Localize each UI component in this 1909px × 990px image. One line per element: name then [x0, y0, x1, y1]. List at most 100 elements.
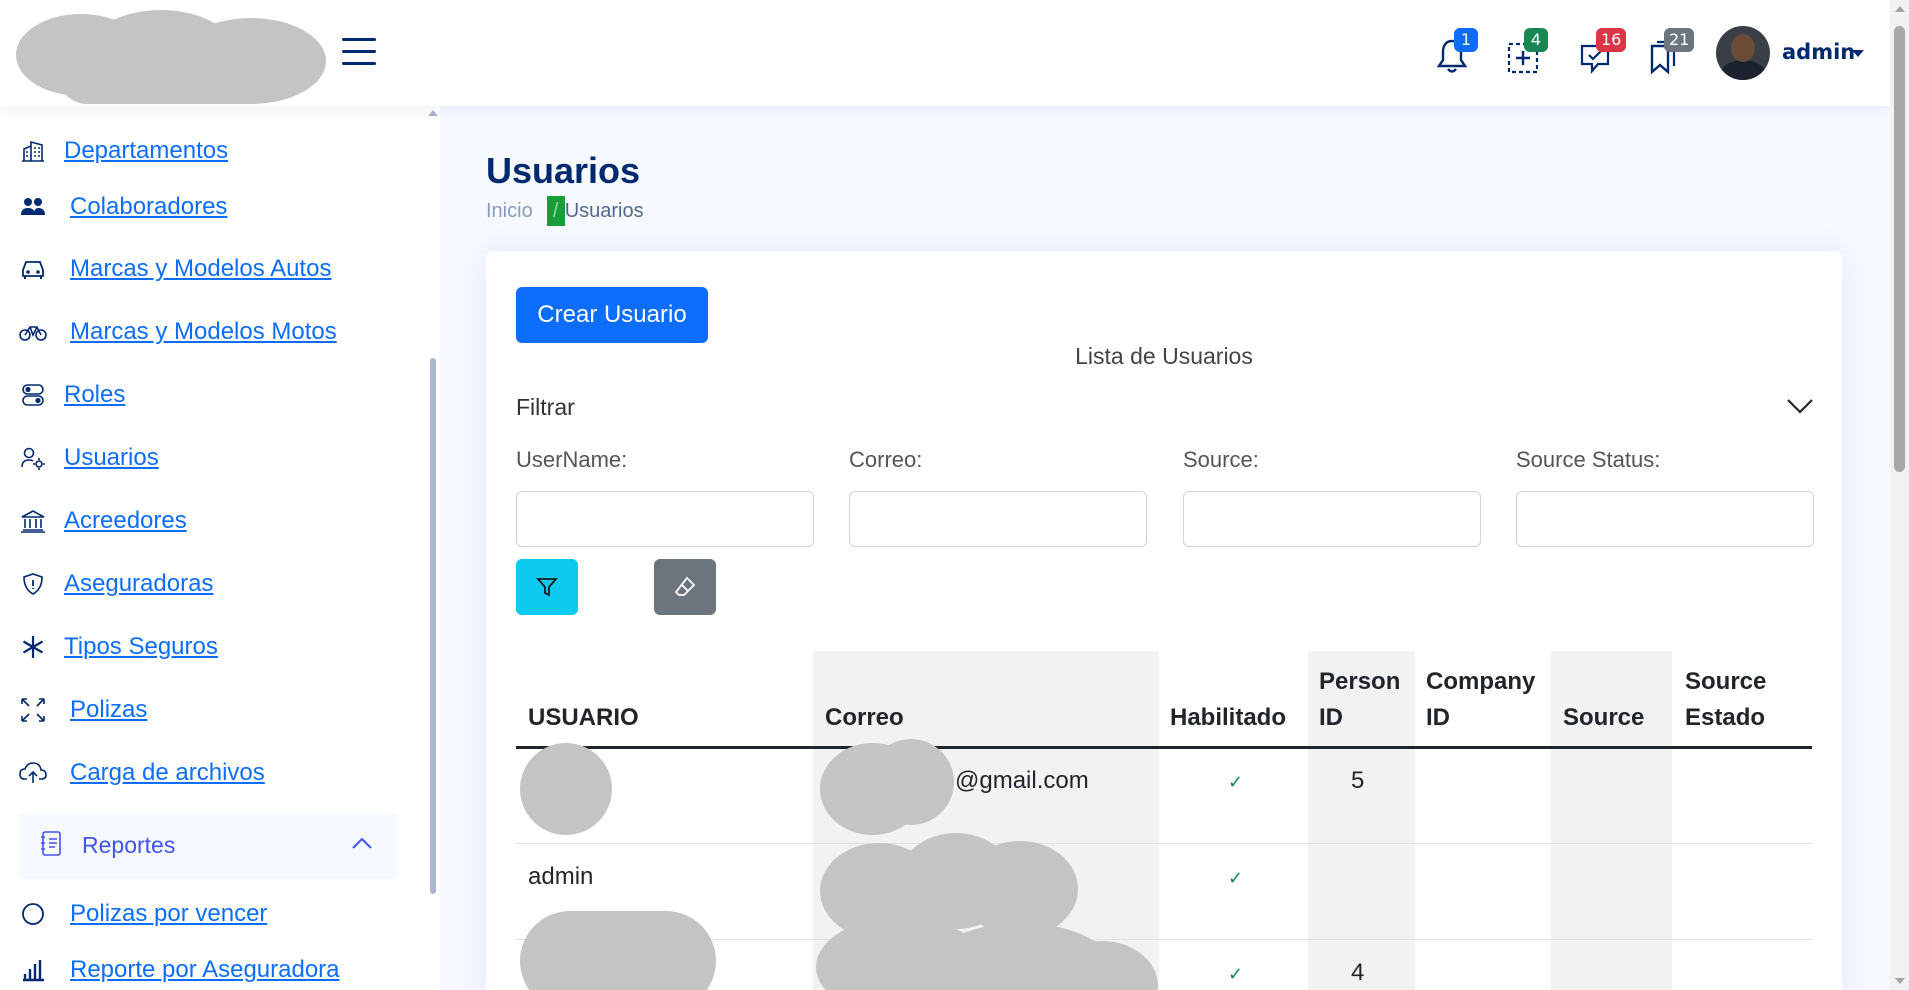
new-items-button[interactable]: 4 — [1502, 28, 1548, 76]
chevron-down-icon[interactable] — [1786, 397, 1814, 419]
messages-count-badge: 16 — [1596, 28, 1627, 52]
sidebar-item-reporte-aseguradora[interactable]: Reporte por Aseguradora — [18, 950, 340, 990]
sidebar-item-tipos-seguros[interactable]: Tipos Seguros — [18, 627, 218, 667]
page-title: Usuarios — [486, 150, 641, 191]
sidebar-item-label[interactable]: Tipos Seguros — [64, 633, 218, 661]
cloud-upload-icon — [18, 758, 48, 788]
sidebar-item-label: Reportes — [82, 832, 176, 858]
sidebar-item-acreedores[interactable]: Acreedores — [18, 501, 187, 541]
correo-filter-label: Correo: — [849, 447, 923, 472]
sidebar-item-departamentos[interactable]: Departamentos — [18, 131, 228, 171]
bicycle-icon — [18, 317, 48, 347]
new-items-count-badge: 4 — [1524, 28, 1548, 52]
circle-icon — [18, 899, 48, 929]
logo[interactable] — [16, 10, 326, 105]
sidebar-item-reportes[interactable]: Reportes — [20, 813, 396, 879]
list-title: Lista de Usuarios — [1075, 343, 1253, 369]
filter-toggle-label[interactable]: Filtrar — [516, 394, 575, 421]
table-cell-correo: @gmail.com — [955, 767, 1089, 794]
hamburger-menu-icon[interactable] — [342, 36, 376, 68]
check-icon: ✓ — [1228, 868, 1244, 889]
breadcrumb-current: Usuarios — [564, 199, 644, 222]
check-icon: ✓ — [1228, 772, 1244, 793]
asterisk-icon — [18, 632, 48, 662]
eraser-icon — [674, 576, 696, 596]
row-divider — [516, 843, 1812, 844]
column-header-source-estado-line2[interactable]: Estado — [1685, 700, 1765, 736]
user-menu-label[interactable]: admin — [1782, 40, 1855, 64]
messages-button[interactable]: 16 — [1574, 28, 1627, 76]
sidebar-item-label[interactable]: Roles — [64, 381, 125, 409]
people-icon — [18, 192, 48, 222]
sidebar-item-label[interactable]: Carga de archivos — [70, 759, 265, 787]
column-header-habilitado[interactable]: Habilitado — [1170, 700, 1286, 736]
window-scrollbar[interactable] — [1890, 0, 1909, 990]
correo-filter-input[interactable] — [849, 491, 1147, 547]
column-header-source[interactable]: Source — [1563, 700, 1644, 736]
sidebar-item-label[interactable]: Marcas y Modelos Autos — [70, 255, 331, 283]
building-icon — [18, 136, 48, 166]
apply-filter-button[interactable] — [516, 559, 578, 615]
breadcrumb-separator: / — [546, 196, 565, 226]
sidebar-item-label[interactable]: Reporte por Aseguradora — [70, 956, 340, 984]
sidebar-scrollbar[interactable] — [428, 106, 438, 990]
table-cell-usuario: admin — [528, 863, 594, 890]
sidebar-item-roles[interactable]: Roles — [18, 375, 125, 415]
bar-chart-icon — [18, 955, 48, 985]
column-header-person-id[interactable]: Person — [1319, 664, 1400, 700]
sidebar-item-polizas-por-vencer[interactable]: Polizas por vencer — [18, 894, 267, 934]
table-cell-person-id: 5 — [1351, 767, 1365, 794]
bell-count-badge: 1 — [1454, 28, 1478, 52]
redacted-email — [868, 739, 954, 825]
sidebar-item-label[interactable]: Marcas y Modelos Motos — [70, 318, 337, 346]
bookmarks-button[interactable]: 21 — [1642, 28, 1695, 76]
column-header-usuario[interactable]: USUARIO — [528, 700, 639, 736]
column-header-person-id-line2[interactable]: ID — [1319, 700, 1343, 736]
sidebar-item-polizas[interactable]: Polizas — [18, 690, 147, 730]
funnel-icon — [536, 578, 558, 597]
bookmarks-count-badge: 21 — [1664, 28, 1695, 52]
sidebar-item-label[interactable]: Usuarios — [64, 444, 159, 472]
sidebar: Departamentos Colaboradores Marcas y Mod… — [0, 106, 440, 990]
sidebar-item-marcas-motos[interactable]: Marcas y Modelos Motos — [18, 312, 337, 352]
caret-down-icon[interactable] — [1852, 50, 1864, 57]
breadcrumb-home-link[interactable]: Inicio — [486, 200, 533, 223]
clear-filter-button[interactable] — [654, 559, 716, 615]
car-icon — [18, 254, 48, 284]
sidebar-item-usuarios[interactable]: Usuarios — [18, 438, 159, 478]
sidebar-item-label[interactable]: Colaboradores — [70, 193, 227, 221]
chevron-up-icon[interactable] — [351, 835, 373, 854]
person-gear-icon — [18, 443, 48, 473]
username-filter-input[interactable] — [516, 491, 814, 547]
redacted-username — [520, 743, 612, 835]
top-header: 1 4 16 21 admin — [0, 0, 1890, 106]
journal-text-icon — [40, 831, 62, 861]
table-header-divider — [516, 746, 1812, 749]
table-cell-person-id: 4 — [1351, 959, 1365, 986]
sidebar-item-label[interactable]: Polizas — [70, 696, 147, 724]
column-header-correo[interactable]: Correo — [825, 700, 904, 736]
sidebar-item-carga-archivos[interactable]: Carga de archivos — [18, 753, 265, 793]
redacted-username — [520, 911, 716, 990]
create-user-button[interactable]: Crear Usuario — [516, 287, 708, 343]
breadcrumb: Inicio / Usuarios — [486, 196, 644, 226]
sidebar-item-marcas-autos[interactable]: Marcas y Modelos Autos — [18, 249, 331, 289]
source-filter-input[interactable] — [1183, 491, 1481, 547]
toggles-icon — [18, 380, 48, 410]
bank-icon — [18, 506, 48, 536]
sidebar-item-aseguradoras[interactable]: Aseguradoras — [18, 564, 213, 604]
check-icon: ✓ — [1228, 964, 1244, 985]
column-header-company-id-line2[interactable]: ID — [1426, 700, 1450, 736]
sidebar-item-colaboradores[interactable]: Colaboradores — [18, 187, 227, 227]
column-header-source-estado[interactable]: Source — [1685, 664, 1766, 700]
source-filter-label: Source: — [1183, 447, 1259, 472]
user-avatar[interactable] — [1716, 26, 1770, 80]
source-status-filter-input[interactable] — [1516, 491, 1814, 547]
sidebar-item-label[interactable]: Polizas por vencer — [70, 900, 267, 928]
sidebar-item-label[interactable]: Aseguradoras — [64, 570, 213, 598]
users-card: Crear Usuario Lista de Usuarios Filtrar … — [486, 251, 1842, 990]
sidebar-item-label[interactable]: Acreedores — [64, 507, 187, 535]
sidebar-item-label[interactable]: Departamentos — [64, 137, 228, 165]
column-header-company-id[interactable]: Company — [1426, 664, 1535, 700]
notifications-bell[interactable]: 1 — [1432, 28, 1478, 76]
